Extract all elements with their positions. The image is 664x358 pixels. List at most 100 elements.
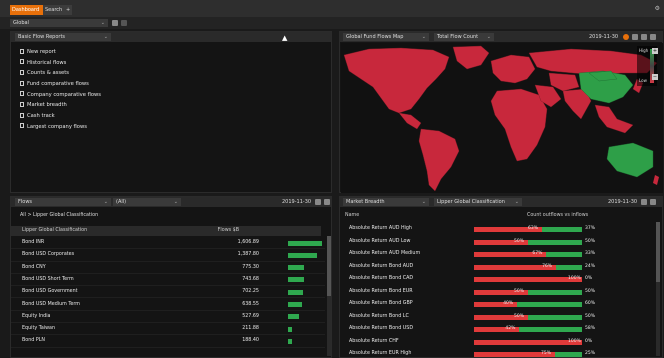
row-name: Absolute Return Bond GBP	[349, 301, 413, 306]
document-icon	[20, 69, 24, 75]
zoom-in-button[interactable]: +	[652, 48, 658, 54]
row-classification: Bond CNY	[22, 264, 46, 270]
report-type-dropdown[interactable]: Basic Flow Reports ⌄	[15, 33, 111, 41]
breadth-classification-dropdown[interactable]: Lipper Global Classification ⌄	[434, 198, 522, 206]
table-row[interactable]: Equity India 527.69	[11, 311, 325, 324]
table-row[interactable]: Absolute Return Bond CAD 100% 0%	[340, 273, 654, 286]
scrollbar-thumb[interactable]	[656, 222, 660, 282]
table-row[interactable]: Bond INR 1,606.89	[11, 237, 325, 250]
scrollbar-thumb[interactable]	[327, 236, 331, 296]
report-item-cash-track[interactable]: Cash track	[20, 111, 101, 122]
report-item-label: Historical flows	[27, 59, 67, 66]
export-icon[interactable]	[641, 34, 647, 40]
table-row[interactable]: Bond CNY 775.30	[11, 262, 325, 274]
outflow-bar	[474, 339, 582, 345]
row-classification: Equity India	[22, 313, 51, 319]
table-row[interactable]: Absolute Return Bond AUD 76% 24%	[340, 261, 654, 274]
map-panel: Global Fund Flows Map ⌄ Total Flow Count…	[339, 31, 663, 193]
menu-icon[interactable]	[650, 199, 656, 205]
calendar-icon[interactable]	[112, 20, 118, 26]
inflow-bar	[542, 227, 582, 232]
report-item-largest-company[interactable]: Largest company flows	[20, 122, 101, 133]
map-date[interactable]: 2019-11-30	[589, 32, 618, 42]
inflow-percent: 37%	[585, 226, 596, 231]
map-type-dropdown[interactable]: Global Fund Flows Map ⌄	[343, 33, 429, 41]
flow-bar	[288, 314, 300, 320]
africa	[490, 88, 548, 162]
export-icon[interactable]	[315, 199, 321, 205]
outflow-percent: 50%	[514, 238, 525, 244]
map-metric-dropdown[interactable]: Total Flow Count ⌄	[434, 33, 494, 41]
tab-dashboard[interactable]: Dashboard	[10, 5, 43, 15]
outflow-percent: 63%	[528, 226, 539, 231]
flow-bar	[288, 302, 302, 307]
add-tab-button[interactable]: +	[64, 5, 72, 15]
report-item-market-breadth[interactable]: Market breadth	[20, 100, 101, 111]
table-row[interactable]: Equity Taiwan 211.88	[11, 323, 325, 336]
breadcrumb[interactable]: All > Lipper Global Classification	[20, 213, 98, 218]
breadth-date[interactable]: 2019-11-30	[608, 197, 637, 207]
export-icon[interactable]	[641, 199, 647, 205]
menu-icon[interactable]	[324, 199, 330, 205]
zoom-out-button[interactable]: −	[652, 74, 658, 80]
table-row[interactable]: Absolute Return Bond GBP 40% 60%	[340, 298, 654, 311]
table-row[interactable]: Bond USD Government 702.25	[11, 286, 325, 299]
table-row[interactable]: Absolute Return AUD Low 50% 50%	[340, 236, 654, 249]
inflow-percent: 25%	[585, 351, 596, 356]
report-item-new[interactable]: New report	[20, 47, 101, 58]
report-item-historical[interactable]: Historical flows	[20, 58, 101, 69]
menu-icon[interactable]	[650, 34, 656, 40]
breadth-dropdown[interactable]: Market Breadth ⌄	[343, 198, 429, 206]
breadth-table-header: Name Count outflows vs inflows	[340, 211, 654, 221]
col-classification[interactable]: Lipper Global Classification	[22, 226, 87, 236]
table-row[interactable]: Bond USD Short Term 743.68	[11, 274, 325, 287]
inflow-percent: 60%	[585, 301, 596, 306]
row-name: Absolute Return EUR High	[349, 351, 412, 356]
reports-panel: Basic Flow Reports ⌄ New report Historic…	[10, 31, 332, 193]
flows-filter-dropdown[interactable]: (All) ⌄	[113, 198, 181, 206]
grid-icon[interactable]	[632, 34, 638, 40]
flows-scrollbar[interactable]	[327, 236, 331, 356]
gear-icon[interactable]: ⚙	[655, 5, 660, 12]
table-row[interactable]: Bond USD Corporates 1,387.80	[11, 249, 325, 262]
outflow-percent: 100%	[568, 276, 581, 281]
table-row[interactable]: Bond PLN 188.40	[11, 335, 325, 348]
greenland	[452, 45, 490, 70]
mouse-cursor-icon: ▲	[282, 34, 288, 42]
flow-bar	[288, 240, 322, 246]
col-name[interactable]: Name	[345, 211, 359, 221]
report-item-fund-comparative[interactable]: Fund comparative flows	[20, 79, 101, 90]
row-classification: Bond USD Government	[22, 289, 78, 295]
inflow-percent: 0%	[585, 338, 593, 344]
chevron-down-icon: ⌄	[514, 199, 519, 205]
report-list: New report Historical flows Counts & ass…	[20, 47, 101, 133]
table-row[interactable]: Bond USD Medium Term 638.55	[11, 299, 325, 311]
col-flows[interactable]: Flows $B	[218, 226, 239, 236]
table-row[interactable]: Absolute Return Bond EUR 50% 50%	[340, 286, 654, 299]
flows-date[interactable]: 2019-11-30	[282, 197, 311, 207]
help-icon[interactable]	[623, 34, 629, 40]
chevron-down-icon: ⌄	[103, 199, 108, 205]
flow-bar	[288, 289, 303, 295]
flows-dropdown[interactable]: Flows ⌄	[15, 198, 111, 206]
inflow-percent: 50%	[585, 238, 596, 244]
row-flows-value: 702.25	[242, 289, 259, 295]
table-row[interactable]: Absolute Return Bond USD 42% 58%	[340, 323, 654, 336]
table-row[interactable]: Absolute Return EUR High 75% 25%	[340, 348, 654, 358]
report-item-company-comparative[interactable]: Company comparative flows	[20, 90, 101, 101]
table-row[interactable]: Absolute Return AUD Medium 67% 33%	[340, 248, 654, 261]
top-tab-bar: Dashboard Search + ⚙	[0, 0, 664, 17]
global-selector[interactable]: Global ⌄	[10, 19, 108, 27]
tab-search[interactable]: Search	[43, 5, 64, 15]
options-icon[interactable]	[121, 20, 127, 26]
breadth-scrollbar[interactable]	[656, 222, 660, 356]
report-type-label: Basic Flow Reports	[18, 34, 66, 40]
col-count[interactable]: Count outflows vs inflows	[527, 211, 588, 221]
world-map[interactable]	[341, 43, 663, 193]
world-map-svg	[343, 45, 659, 192]
table-row[interactable]: Absolute Return CHF 100% 0%	[340, 336, 654, 349]
row-name: Absolute Return AUD Low	[349, 238, 411, 244]
table-row[interactable]: Absolute Return AUD High 63% 37%	[340, 223, 654, 236]
report-item-counts[interactable]: Counts & assets	[20, 68, 101, 79]
table-row[interactable]: Absolute Return Bond LC 50% 50%	[340, 311, 654, 324]
